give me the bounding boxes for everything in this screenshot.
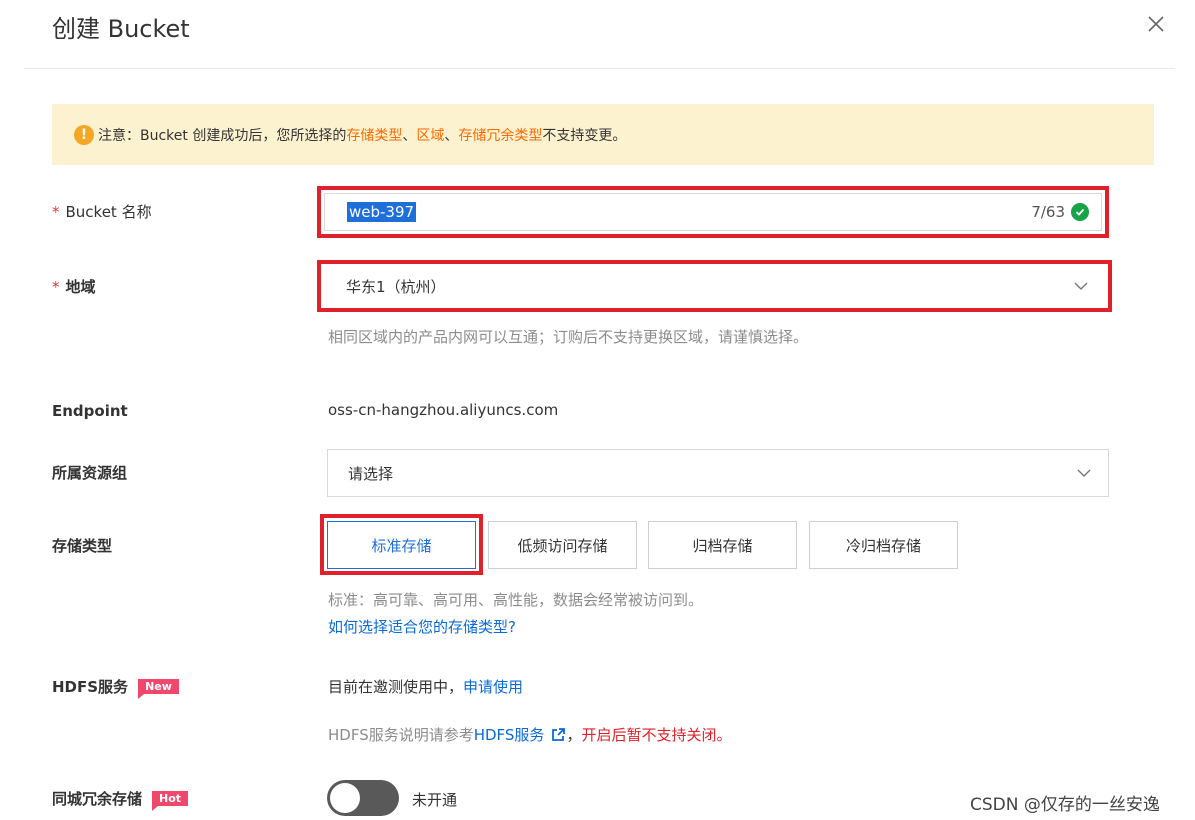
- toggle-knob: [330, 783, 360, 813]
- create-bucket-dialog: 创建 Bucket ! 注意：Bucket 创建成功后，您所选择的 存储类型 、…: [0, 0, 1195, 820]
- hdfs-hint: HDFS服务说明请参考 HDFS服务 ， 开启后暂不支持关闭。: [328, 724, 732, 745]
- external-link-icon[interactable]: [550, 727, 566, 743]
- resource-group-placeholder: 请选择: [348, 464, 394, 483]
- storage-type-label: 存储类型: [52, 537, 113, 555]
- region-hint: 相同区域内的产品内网可以互通；订购后不支持更换区域，请谨慎选择。: [328, 328, 809, 346]
- hot-badge: Hot: [152, 791, 189, 811]
- storage-type-archive[interactable]: 归档存储: [648, 521, 797, 569]
- redundancy-status: 未开通: [412, 791, 458, 809]
- notice-banner: ! 注意：Bucket 创建成功后，您所选择的 存储类型 、 区域 、 存储冗余…: [52, 104, 1154, 165]
- notice-sep: 、: [444, 127, 459, 144]
- endpoint-value: oss-cn-hangzhou.aliyuncs.com: [328, 401, 559, 419]
- check-circle-icon: [1071, 203, 1089, 221]
- region-select[interactable]: 华东1（杭州）: [324, 267, 1105, 305]
- new-badge: New: [138, 679, 179, 699]
- hdfs-warning: 开启后暂不支持关闭。: [581, 726, 732, 744]
- notice-sep: 、: [402, 127, 417, 144]
- resource-group-select[interactable]: 请选择: [327, 449, 1109, 497]
- required-mark: *: [52, 202, 60, 221]
- bucket-name-input[interactable]: web-397 7/63: [324, 193, 1102, 231]
- notice-prefix: 注意：Bucket 创建成功后，您所选择的: [98, 127, 347, 144]
- storage-type-infrequent[interactable]: 低频访问存储: [488, 521, 637, 569]
- header-divider: [24, 68, 1175, 69]
- hdfs-apply-link[interactable]: 申请使用: [463, 678, 523, 696]
- chevron-down-icon: [1074, 282, 1088, 290]
- redundancy-label: 同城冗余存储 Hot: [52, 788, 189, 811]
- region-label: * 地域: [52, 277, 96, 297]
- storage-type-help-link[interactable]: 如何选择适合您的存储类型?: [328, 616, 516, 637]
- storage-type-standard[interactable]: 标准存储: [327, 521, 476, 569]
- notice-item-redundancy: 存储冗余类型: [458, 127, 543, 144]
- notice-item-region: 区域: [416, 127, 445, 144]
- storage-type-desc: 标准：高可靠、高可用、高性能，数据会经常被访问到。: [328, 591, 704, 609]
- chevron-down-icon: [1077, 469, 1091, 477]
- storage-type-cold-archive[interactable]: 冷归档存储: [809, 521, 958, 569]
- resource-group-label: 所属资源组: [52, 464, 128, 482]
- hdfs-status: 目前在邀测使用中，申请使用: [328, 678, 524, 696]
- hdfs-label: HDFS服务 New: [52, 676, 179, 699]
- dialog-title: 创建 Bucket: [52, 15, 190, 43]
- bucket-name-label: * Bucket 名称: [52, 202, 152, 222]
- endpoint-label: Endpoint: [52, 402, 128, 420]
- bucket-name-value: web-397: [347, 202, 417, 222]
- region-value: 华东1（杭州）: [346, 277, 446, 296]
- close-icon[interactable]: [1144, 12, 1168, 36]
- redundancy-toggle[interactable]: [327, 780, 399, 816]
- hdfs-doc-link[interactable]: HDFS服务: [474, 724, 545, 745]
- required-mark: *: [52, 277, 60, 296]
- bucket-name-counter: 7/63: [1031, 194, 1089, 230]
- notice-item-storage-type: 存储类型: [346, 127, 403, 144]
- watermark: CSDN @仅存的一丝安逸: [970, 795, 1160, 815]
- warning-icon: !: [74, 124, 94, 145]
- notice-suffix: 不支持变更。: [542, 127, 627, 144]
